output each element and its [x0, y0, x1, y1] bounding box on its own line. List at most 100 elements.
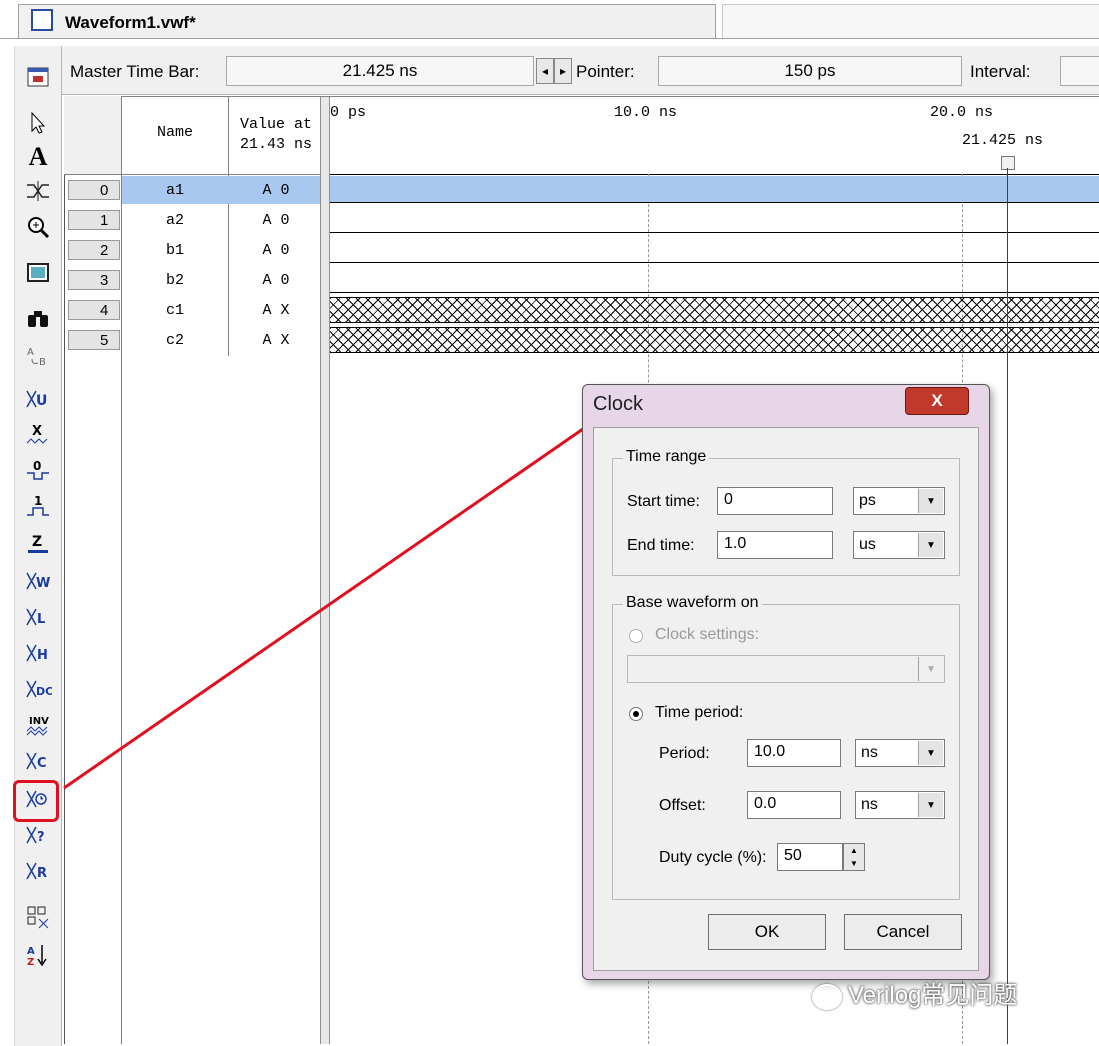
signal-name: b1 — [165, 241, 184, 259]
tab-empty-area — [722, 4, 1099, 39]
duty-cycle-spinner[interactable]: ▲ ▼ — [843, 843, 865, 871]
start-time-unit-select[interactable]: ps ▼ — [853, 487, 945, 515]
name-column-divider — [228, 96, 229, 356]
start-time-unit-value: ps — [859, 492, 876, 509]
chevron-down-icon: ▼ — [918, 741, 943, 765]
value-column-header-line2: 21.43 ns — [239, 136, 312, 153]
output-pin-icon — [68, 300, 120, 320]
clock-settings-radio[interactable] — [629, 629, 643, 643]
duty-cycle-input[interactable]: 50 — [777, 843, 843, 871]
invert-icon[interactable]: INV — [23, 710, 53, 740]
high-impedance-icon[interactable]: Z — [23, 528, 53, 558]
dont-care-icon[interactable]: DC — [23, 674, 53, 704]
svg-text:?: ? — [37, 830, 45, 845]
spinner-up-icon[interactable]: ▲ — [850, 846, 858, 855]
cursor-handle[interactable] — [1001, 156, 1015, 170]
master-time-next-button[interactable]: ▸ — [554, 58, 572, 84]
tab-bar: Waveform1.vwf* — [0, 0, 1099, 44]
weak-low-icon[interactable]: L — [23, 602, 53, 632]
forcing-unknown-icon[interactable]: X — [23, 420, 53, 450]
waveform-low — [330, 232, 1099, 233]
svg-text:1: 1 — [34, 494, 42, 508]
ruler-baseline — [330, 174, 1099, 175]
tab-divider — [0, 38, 1099, 39]
signal-name: a1 — [165, 181, 184, 199]
clock-dialog: Clock X Time range Start time: 0 ps ▼ En… — [582, 384, 990, 980]
output-pin-icon — [68, 330, 120, 350]
forcing-high-icon[interactable]: 1 — [23, 492, 53, 522]
offset-unit-select[interactable]: ns ▼ — [855, 791, 945, 819]
row-index: 4 — [100, 301, 109, 319]
period-input[interactable]: 10.0 — [747, 739, 841, 767]
waveform-low — [330, 202, 1099, 203]
forcing-low-icon[interactable]: 0 — [23, 456, 53, 486]
weak-high-icon[interactable]: H — [23, 638, 53, 668]
find-icon[interactable] — [23, 304, 53, 334]
svg-text:L: L — [37, 612, 45, 627]
end-time-unit-select[interactable]: us ▼ — [853, 531, 945, 559]
watermark-text: Verilog常见问题 — [848, 982, 1018, 1009]
waveform-low — [330, 262, 1099, 263]
row-index: 0 — [100, 181, 109, 199]
uninitialized-icon[interactable]: U — [23, 384, 53, 414]
replace-icon[interactable]: AB — [23, 340, 53, 370]
spinner-down-icon[interactable]: ▼ — [850, 859, 858, 868]
offset-unit-value: ns — [861, 796, 878, 813]
input-pin-icon — [68, 270, 120, 290]
sort-icon[interactable]: AZ — [23, 940, 53, 970]
cancel-button[interactable]: Cancel — [844, 914, 962, 950]
watermark: Verilog常见问题 — [812, 975, 1017, 1010]
signal-value: A 0 — [262, 241, 290, 259]
master-time-prev-button[interactable]: ◂ — [536, 58, 554, 84]
text-tool-icon[interactable]: A — [23, 142, 53, 172]
offset-label: Offset: — [659, 797, 706, 814]
period-unit-value: ns — [861, 744, 878, 761]
waveform-editing-tool-icon[interactable] — [23, 176, 53, 206]
signal-name: a2 — [165, 211, 184, 229]
master-time-field[interactable]: 21.425 ns — [226, 56, 534, 86]
selected-wave-highlight — [330, 176, 1099, 202]
selection-tool-icon[interactable] — [23, 108, 53, 138]
clock-tool-highlight — [13, 780, 59, 822]
signal-value: A 0 — [262, 181, 290, 199]
splitter-bar[interactable] — [320, 96, 330, 1044]
period-unit-select[interactable]: ns ▼ — [855, 739, 945, 767]
signal-value: A 0 — [262, 271, 290, 289]
row-index: 3 — [100, 271, 109, 289]
snap-to-grid-icon[interactable] — [23, 902, 53, 932]
time-range-group: Time range Start time: 0 ps ▼ End time: … — [612, 448, 960, 576]
signal-name: c1 — [165, 301, 184, 319]
svg-text:X: X — [32, 424, 42, 439]
signal-value: A X — [262, 301, 290, 319]
weak-unknown-icon[interactable]: W — [23, 566, 53, 596]
window-icon[interactable] — [23, 62, 53, 92]
full-screen-icon[interactable] — [23, 258, 53, 288]
svg-text:A: A — [27, 946, 35, 957]
time-cursor-line[interactable] — [1007, 168, 1008, 1044]
arbitrary-value-icon[interactable]: ? — [23, 820, 53, 850]
tab-waveform[interactable]: Waveform1.vwf* — [18, 4, 716, 39]
waveform-toolbar: A AB U X 0 1 Z W L H DC INV C ? R A Z — [13, 46, 62, 1046]
ok-button[interactable]: OK — [708, 914, 826, 950]
interval-field — [1060, 56, 1099, 86]
ruler-tick-0: 0 ps — [330, 104, 367, 121]
clock-settings-label: Clock settings: — [655, 626, 760, 643]
end-time-unit-value: us — [859, 536, 876, 553]
row-index: 5 — [100, 331, 109, 349]
count-value-icon[interactable]: C — [23, 746, 53, 776]
svg-text:A: A — [27, 347, 34, 358]
offset-input[interactable]: 0.0 — [747, 791, 841, 819]
waveform-low — [330, 292, 1099, 293]
chevron-down-icon: ▼ — [918, 489, 943, 513]
random-value-icon[interactable]: R — [23, 856, 53, 886]
input-pin-icon — [68, 210, 120, 230]
svg-text:Z: Z — [32, 534, 42, 550]
start-time-input[interactable]: 0 — [717, 487, 833, 515]
signal-name: b2 — [165, 271, 184, 289]
time-period-radio[interactable] — [629, 707, 643, 721]
wechat-icon — [812, 983, 842, 1010]
input-pin-icon — [68, 180, 120, 200]
zoom-tool-icon[interactable] — [23, 212, 53, 242]
close-button[interactable]: X — [905, 387, 969, 415]
end-time-input[interactable]: 1.0 — [717, 531, 833, 559]
